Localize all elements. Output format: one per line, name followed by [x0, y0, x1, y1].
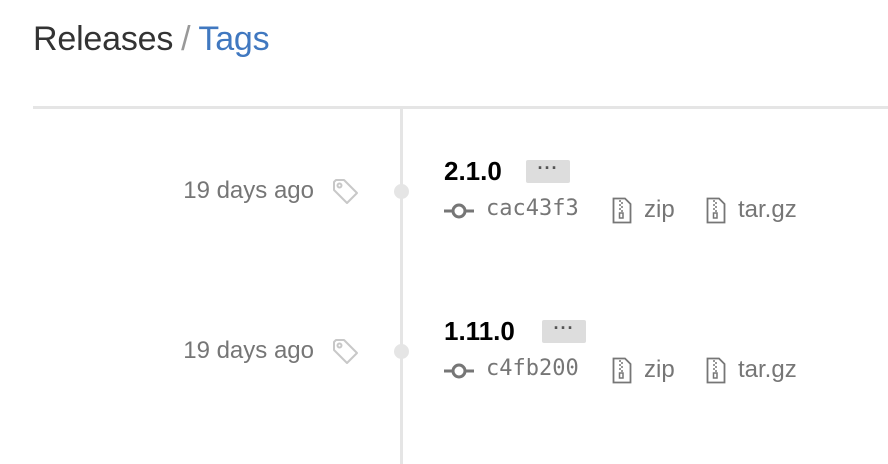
download-zip-link[interactable]: zip	[644, 196, 675, 224]
file-zip-icon	[612, 197, 632, 224]
header-divider	[33, 106, 888, 109]
download-tar-link[interactable]: tar.gz	[738, 356, 797, 384]
breadcrumb-separator: /	[181, 20, 191, 58]
commit-sha-link[interactable]: c4fb200	[486, 356, 579, 381]
tags-link[interactable]: Tags	[198, 20, 269, 58]
tag-name-link[interactable]: 1.11.0	[444, 316, 515, 347]
releases-link[interactable]: Releases	[33, 20, 173, 58]
tag-row: 19 days ago 1.11.0 ··· c4fb200 zip tar.g…	[0, 310, 888, 410]
page-title: Releases / Tags	[33, 20, 270, 59]
tag-icon	[333, 179, 358, 204]
tags-page: Releases / Tags 19 days ago 2.1.0 ··· cac4…	[0, 0, 888, 464]
download-tar-link[interactable]: tar.gz	[738, 196, 797, 224]
more-button[interactable]: ···	[526, 159, 570, 183]
file-zip-icon	[612, 357, 632, 384]
tag-date: 19 days ago	[183, 177, 314, 204]
more-button[interactable]: ···	[542, 319, 586, 343]
tag-name-link[interactable]: 2.1.0	[444, 156, 502, 187]
commit-icon	[444, 203, 474, 219]
tag-icon	[333, 339, 358, 364]
tag-date: 19 days ago	[183, 337, 314, 364]
timeline-dot	[394, 344, 409, 359]
timeline-dot	[394, 184, 409, 199]
commit-sha-link[interactable]: cac43f3	[486, 196, 579, 221]
commit-icon	[444, 363, 474, 379]
download-zip-link[interactable]: zip	[644, 356, 675, 384]
tag-row: 19 days ago 2.1.0 ··· cac43f3 zip tar.gz	[0, 150, 888, 250]
file-zip-icon	[706, 197, 726, 224]
file-zip-icon	[706, 357, 726, 384]
